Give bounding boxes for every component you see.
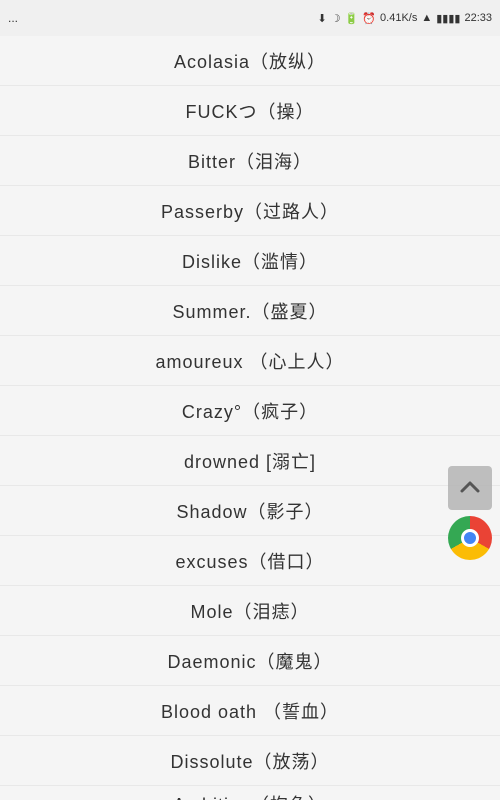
speed-text: 0.41K/s [380,12,417,24]
item-text: Daemonic（魔鬼） [167,648,332,674]
time-text: 22:33 [464,12,492,24]
list-item[interactable]: Shadow（影子） [0,486,500,536]
item-text: amoureux （心上人） [155,348,344,374]
item-text: FUCKつ（操） [186,98,315,124]
moon-icon: ☽ [331,12,341,25]
item-text: Mole（泪痣） [190,598,309,624]
chrome-button[interactable] [448,516,492,560]
list-item[interactable]: FUCKつ（操） [0,86,500,136]
clock-icon: ⏰ [362,12,376,25]
back-to-top-button[interactable] [448,466,492,510]
item-text: Dissolute（放荡） [170,748,329,774]
list-item[interactable]: Dislike（滥情） [0,236,500,286]
list-item[interactable]: excuses（借口） [0,536,500,586]
list-item[interactable]: Blood oath （誓血） [0,686,500,736]
list-item[interactable]: Summer.（盛夏） [0,286,500,336]
chrome-inner-circle [461,529,479,547]
list-item[interactable]: amoureux （心上人） [0,336,500,386]
list-container: Acolasia（放纵） FUCKつ（操） Bitter（泪海） Passerby（过… [0,36,500,800]
status-dots: ... [8,11,18,25]
status-right: ⬇︎ ☽ 🔋 ⏰ 0.41K/s ▲ ▮▮▮▮ 22:33 [318,12,492,25]
battery-icon: ▮▮▮▮ [436,12,460,25]
item-text: Passerby（过路人） [161,198,339,224]
item-text: Dislike（滥情） [182,248,318,274]
item-text: Summer.（盛夏） [172,298,327,324]
list-item[interactable]: Crazy°（疯子） [0,386,500,436]
list-item[interactable]: drowned [溺亡] [0,436,500,486]
battery-d-icon: 🔋 [345,12,359,25]
status-bar: ... ⬇︎ ☽ 🔋 ⏰ 0.41K/s ▲ ▮▮▮▮ 22:33 [0,0,500,36]
list-item[interactable]: Bitter（泪海） [0,136,500,186]
item-text: Acolasia（放纵） [174,48,326,74]
item-text: drowned [溺亡] [184,448,316,474]
status-left: ... [8,11,18,25]
bluetooth-icon: ⬇︎ [318,12,327,25]
list-item[interactable]: Mole（泪痣） [0,586,500,636]
list-item[interactable]: Passerby（过路人） [0,186,500,236]
item-text: Shadow（影子） [176,498,323,524]
item-text: excuses（借口） [175,548,324,574]
item-text: Crazy°（疯子） [182,398,318,424]
item-text: Blood oath （誓血） [161,698,339,724]
item-text: Bitter（泪海） [188,148,312,174]
list-item[interactable]: Daemonic（魔鬼） [0,636,500,686]
list-item[interactable]: Dissolute（放荡） [0,736,500,786]
signal-icon: ▲ [421,12,432,24]
list-item[interactable]: Ambition（抱负） [0,786,500,800]
item-text: Ambition（抱负） [173,791,327,800]
list-item[interactable]: Acolasia（放纵） [0,36,500,86]
